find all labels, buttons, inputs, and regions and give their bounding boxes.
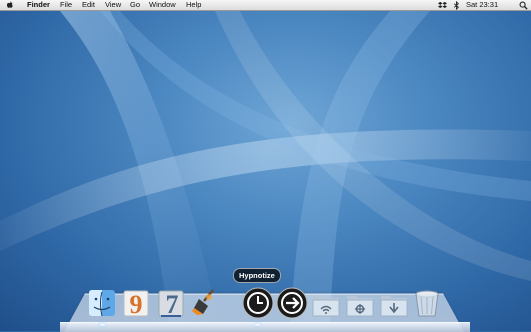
svg-text:7: 7 xyxy=(166,290,179,318)
dock-item-trash[interactable] xyxy=(412,288,442,318)
broom-app-icon xyxy=(192,289,214,315)
menu-window[interactable]: Window xyxy=(149,0,176,10)
clock-app-icon xyxy=(242,287,274,319)
apple-logo-icon[interactable] xyxy=(6,1,14,9)
garageband-9-icon: 9 xyxy=(123,290,149,318)
dock-tooltip: Hypnotize xyxy=(233,268,281,283)
arrow-app-icon xyxy=(276,287,308,319)
finder-icon xyxy=(89,290,115,317)
menu-file[interactable]: File xyxy=(60,0,72,10)
dock-item-garageband-9[interactable]: 9 xyxy=(121,288,151,318)
dock-item-broom-app[interactable] xyxy=(191,286,221,316)
app-7-icon: 7 xyxy=(158,290,184,318)
dock-item-arrow-app[interactable] xyxy=(276,287,308,319)
dock-item-utilities-folder[interactable] xyxy=(345,289,375,319)
dock-item-finder[interactable] xyxy=(87,288,117,318)
menu-view[interactable]: View xyxy=(105,0,121,10)
menu-app-name[interactable]: Finder xyxy=(27,0,50,10)
trash-icon xyxy=(415,290,439,317)
running-indicator xyxy=(100,323,105,326)
spotlight-search-icon[interactable] xyxy=(519,1,528,10)
dock-item-network-folder[interactable] xyxy=(311,289,341,319)
running-indicator xyxy=(255,323,260,326)
desktop-wallpaper xyxy=(0,11,531,331)
bluetooth-icon[interactable] xyxy=(452,1,461,10)
utilities-folder-icon xyxy=(346,296,374,317)
aqua-wave-graphic xyxy=(0,11,531,331)
dropbox-icon[interactable] xyxy=(438,1,447,10)
dock-item-clock-app[interactable] xyxy=(242,287,274,319)
dock-item-app-7[interactable]: 7 xyxy=(156,288,186,318)
dock-item-downloads-folder[interactable] xyxy=(379,289,409,319)
downloads-folder-icon xyxy=(380,296,408,317)
svg-text:9: 9 xyxy=(130,290,143,318)
menu-bar: Finder File Edit View Go Window Help Sat… xyxy=(0,0,531,11)
menu-edit[interactable]: Edit xyxy=(82,0,95,10)
clock-label[interactable]: Sat 23:31 xyxy=(466,0,498,10)
menu-help[interactable]: Help xyxy=(186,0,201,10)
network-folder-icon xyxy=(312,296,340,317)
menu-go[interactable]: Go xyxy=(130,0,140,10)
